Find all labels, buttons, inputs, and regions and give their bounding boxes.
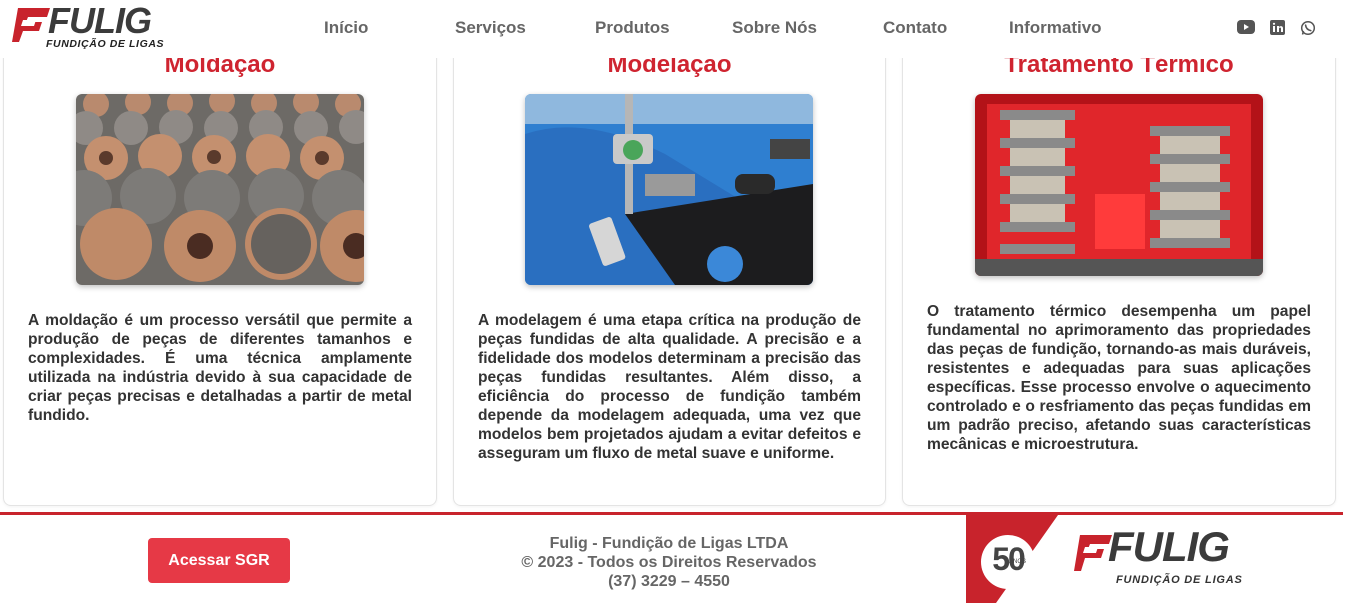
fulig-f-mark-icon	[12, 8, 50, 42]
nav-sobre-nos[interactable]: Sobre Nós	[732, 18, 817, 38]
card-description: A moldação é um processo versátil que pe…	[28, 312, 412, 424]
whatsapp-icon[interactable]	[1300, 20, 1316, 36]
nav-inicio[interactable]: Início	[324, 18, 368, 38]
footer-logo-subtitle: FUNDIÇÃO DE LIGAS	[1116, 574, 1243, 586]
logo-word: FULIG	[48, 0, 152, 41]
footer-brand: 50 ANOS FULIG FUNDIÇÃO DE LIGAS	[966, 515, 1266, 603]
fulig-logo[interactable]: FULIG FUNDIÇÃO DE LIGAS	[12, 0, 177, 52]
site-header: FULIG FUNDIÇÃO DE LIGAS Início Serviços …	[0, 0, 1348, 58]
footer-phone[interactable]: (37) 3229 – 4550	[460, 572, 878, 591]
footer-copyright: © 2023 - Todos os Direitos Reservados	[521, 554, 817, 571]
nav-servicos[interactable]: Serviços	[455, 18, 526, 38]
footer-company: Fulig - Fundição de Ligas LTDA	[549, 535, 789, 552]
card-image-tratamento-termico	[975, 94, 1263, 276]
card-modelacao: Modelação A modelagem é uma etapa crític…	[453, 30, 886, 506]
card-image-modelacao	[525, 94, 813, 285]
card-moldacao: Moldação A moldação é um processo versát…	[3, 30, 437, 506]
anniversary-label: ANOS	[1009, 559, 1027, 565]
card-tratamento-termico: Tratamento Térmico O tratamento térmico …	[902, 30, 1336, 506]
nav-informativo[interactable]: Informativo	[1009, 18, 1102, 38]
acessar-sgr-button[interactable]: Acessar SGR	[148, 538, 290, 583]
card-description: A modelagem é uma etapa crítica na produ…	[478, 312, 861, 462]
linkedin-icon[interactable]	[1270, 20, 1285, 35]
card-description: O tratamento térmico desempenha um papel…	[927, 303, 1311, 453]
nav-produtos[interactable]: Produtos	[595, 18, 670, 38]
footer-logo-word: FULIG	[1108, 523, 1230, 570]
youtube-icon[interactable]	[1237, 20, 1255, 34]
nav-contato[interactable]: Contato	[883, 18, 947, 38]
card-image-moldacao	[76, 94, 364, 285]
logo-subtitle: FUNDIÇÃO DE LIGAS	[46, 38, 165, 50]
